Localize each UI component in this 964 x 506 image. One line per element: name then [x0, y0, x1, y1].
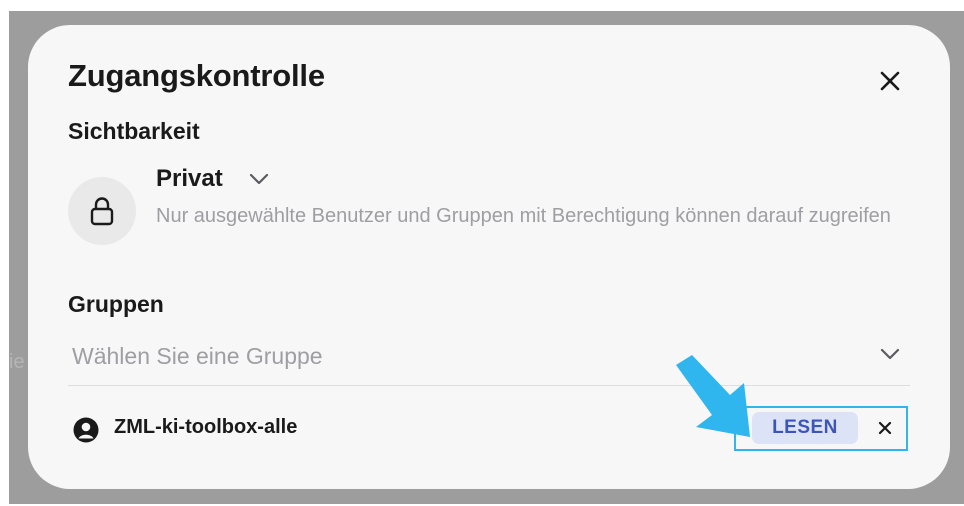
visibility-description: Nur ausgewählte Benutzer und Gruppen mit… [156, 205, 891, 227]
group-select-placeholder: Wählen Sie eine Gruppe [72, 343, 323, 369]
close-icon [878, 421, 892, 435]
user-circle-icon [73, 417, 99, 448]
access-control-dialog: Zugangskontrolle Sichtbarkeit Privat Nur… [28, 25, 950, 489]
visibility-section-label: Sichtbarkeit [68, 118, 200, 144]
group-name: ZML-ki-toolbox-alle [114, 416, 298, 438]
group-select-dropdown[interactable]: Wählen Sie eine Gruppe [68, 333, 910, 386]
close-icon [880, 71, 900, 91]
lock-icon [90, 197, 114, 226]
visibility-icon-container [68, 177, 136, 245]
chevron-down-icon [880, 347, 900, 365]
arrow-annotation-icon [676, 355, 750, 437]
chevron-down-icon [249, 173, 269, 185]
dialog-title: Zugangskontrolle [68, 58, 325, 93]
groups-section-label: Gruppen [68, 291, 164, 317]
visibility-dropdown[interactable]: Privat [156, 165, 269, 193]
remove-group-button[interactable] [874, 417, 896, 439]
close-button[interactable] [870, 61, 910, 101]
visibility-selected-value: Privat [156, 165, 223, 192]
backdrop-ghost-text: ie [9, 351, 25, 373]
